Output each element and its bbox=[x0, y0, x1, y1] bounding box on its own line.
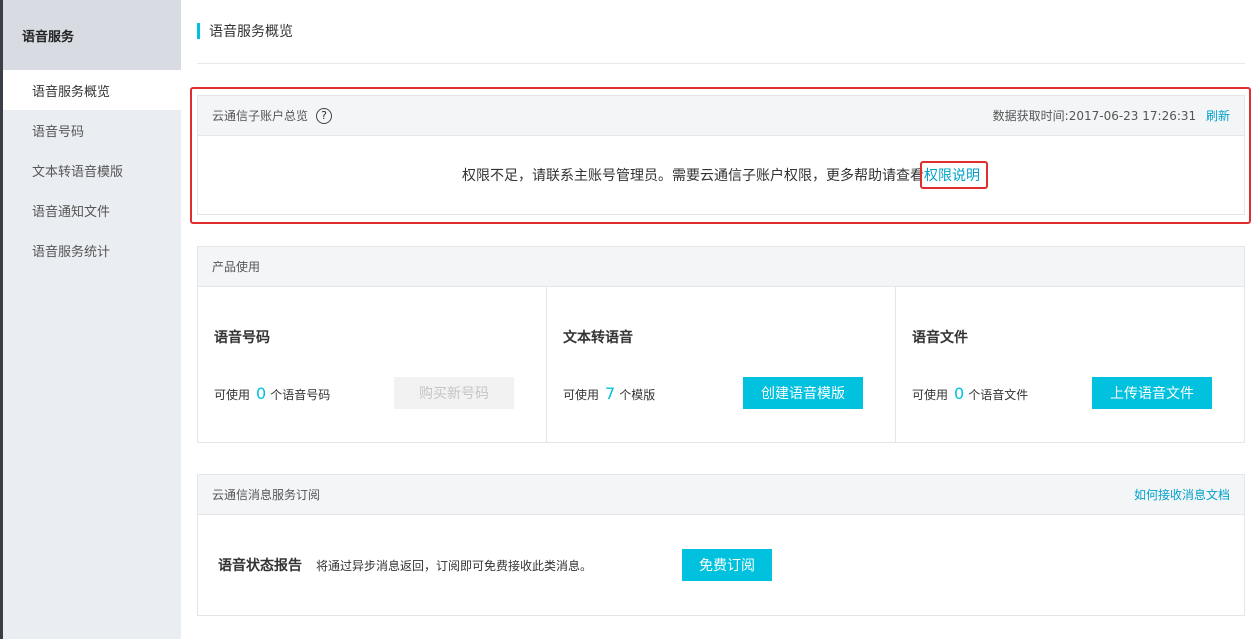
subscription-body: 语音状态报告 将通过异步消息返回，订阅即可免费接收此类消息。 免费订阅 bbox=[198, 515, 1244, 615]
permission-message: 权限不足，请联系主账号管理员。需要云通信子账户权限，更多帮助请查看 bbox=[462, 168, 924, 184]
stat-prefix: 可使用 bbox=[214, 387, 251, 402]
subscription-panel-header: 云通信消息服务订阅 如何接收消息文档 bbox=[198, 475, 1244, 515]
fetch-time: 数据获取时间:2017-06-23 17:26:31 bbox=[992, 109, 1197, 123]
app: 语音服务 语音服务概览 语音号码 文本转语音模版 语音通知文件 语音服务统计 语… bbox=[0, 0, 1260, 639]
stat-prefix: 可使用 bbox=[563, 387, 600, 402]
sidebar: 语音服务 语音服务概览 语音号码 文本转语音模版 语音通知文件 语音服务统计 bbox=[3, 0, 181, 639]
account-panel-body: 权限不足，请联系主账号管理员。需要云通信子账户权限，更多帮助请查看 权限说明 bbox=[198, 136, 1244, 214]
main-content: 语音服务概览 云通信子账户总览 ? 数据获取时间:2017-06-23 17:2… bbox=[181, 0, 1260, 639]
stat-count: 0 bbox=[256, 383, 267, 403]
message-doc-link[interactable]: 如何接收消息文档 bbox=[1134, 486, 1230, 503]
sidebar-item-overview[interactable]: 语音服务概览 bbox=[3, 70, 181, 110]
stat-suffix: 个语音号码 bbox=[270, 387, 331, 402]
product-panel-header: 产品使用 bbox=[198, 247, 1244, 287]
refresh-link[interactable]: 刷新 bbox=[1206, 109, 1230, 123]
product-stat: 可使用 7 个模版 bbox=[563, 384, 655, 403]
upload-file-button[interactable]: 上传语音文件 bbox=[1092, 377, 1212, 409]
product-row: 可使用 7 个模版 创建语音模版 bbox=[563, 377, 863, 409]
account-panel-title: 云通信子账户总览 bbox=[212, 109, 309, 123]
product-col-numbers: 语音号码 可使用 0 个语音号码 购买新号码 bbox=[198, 287, 547, 442]
question-circle-icon[interactable]: ? bbox=[316, 107, 333, 124]
product-row: 可使用 0 个语音号码 购买新号码 bbox=[214, 377, 514, 409]
stat-prefix: 可使用 bbox=[912, 387, 949, 402]
sidebar-item-statistics[interactable]: 语音服务统计 bbox=[3, 230, 181, 270]
sidebar-title: 语音服务 bbox=[3, 0, 181, 70]
stat-suffix: 个语音文件 bbox=[968, 387, 1029, 402]
product-row: 可使用 0 个语音文件 上传语音文件 bbox=[912, 377, 1212, 409]
product-col-files: 语音文件 可使用 0 个语音文件 上传语音文件 bbox=[896, 287, 1244, 442]
sidebar-item-tts-templates[interactable]: 文本转语音模版 bbox=[3, 150, 181, 190]
status-report-label: 语音状态报告 bbox=[218, 558, 302, 574]
title-accent-bar bbox=[197, 23, 200, 39]
subscription-panel: 云通信消息服务订阅 如何接收消息文档 语音状态报告 将通过异步消息返回，订阅即可… bbox=[197, 474, 1245, 616]
title-divider bbox=[197, 63, 1245, 64]
buy-number-button[interactable]: 购买新号码 bbox=[394, 377, 514, 409]
sidebar-item-numbers[interactable]: 语音号码 bbox=[3, 110, 181, 150]
account-panel-header: 云通信子账户总览 ? 数据获取时间:2017-06-23 17:26:31 刷新 bbox=[198, 96, 1244, 136]
page-title: 语音服务概览 bbox=[209, 24, 293, 40]
sidebar-list: 语音服务概览 语音号码 文本转语音模版 语音通知文件 语音服务统计 bbox=[3, 70, 181, 270]
product-title: 文本转语音 bbox=[563, 330, 633, 346]
product-stat: 可使用 0 个语音号码 bbox=[214, 384, 330, 403]
permission-doc-link[interactable]: 权限说明 bbox=[924, 165, 980, 185]
stat-count: 0 bbox=[954, 383, 965, 403]
status-report-description: 将通过异步消息返回，订阅即可免费接收此类消息。 bbox=[316, 558, 593, 573]
product-panel-title: 产品使用 bbox=[212, 260, 261, 274]
page-header: 语音服务概览 bbox=[197, 21, 293, 41]
subscription-panel-title: 云通信消息服务订阅 bbox=[212, 488, 321, 502]
account-panel: 云通信子账户总览 ? 数据获取时间:2017-06-23 17:26:31 刷新… bbox=[197, 95, 1245, 215]
product-title: 语音文件 bbox=[912, 330, 968, 346]
sidebar-item-notify-files[interactable]: 语音通知文件 bbox=[3, 190, 181, 230]
product-col-tts: 文本转语音 可使用 7 个模版 创建语音模版 bbox=[547, 287, 896, 442]
product-stat: 可使用 0 个语音文件 bbox=[912, 384, 1028, 403]
create-template-button[interactable]: 创建语音模版 bbox=[743, 377, 863, 409]
product-title: 语音号码 bbox=[214, 330, 270, 346]
product-columns: 语音号码 可使用 0 个语音号码 购买新号码 文本转语音 可使用 7 个模版 创… bbox=[198, 287, 1244, 442]
subscribe-button[interactable]: 免费订阅 bbox=[682, 549, 773, 581]
stat-count: 7 bbox=[605, 383, 616, 403]
stat-suffix: 个模版 bbox=[619, 387, 656, 402]
product-panel: 产品使用 语音号码 可使用 0 个语音号码 购买新号码 文本转语音 可使用 7 … bbox=[197, 246, 1245, 443]
